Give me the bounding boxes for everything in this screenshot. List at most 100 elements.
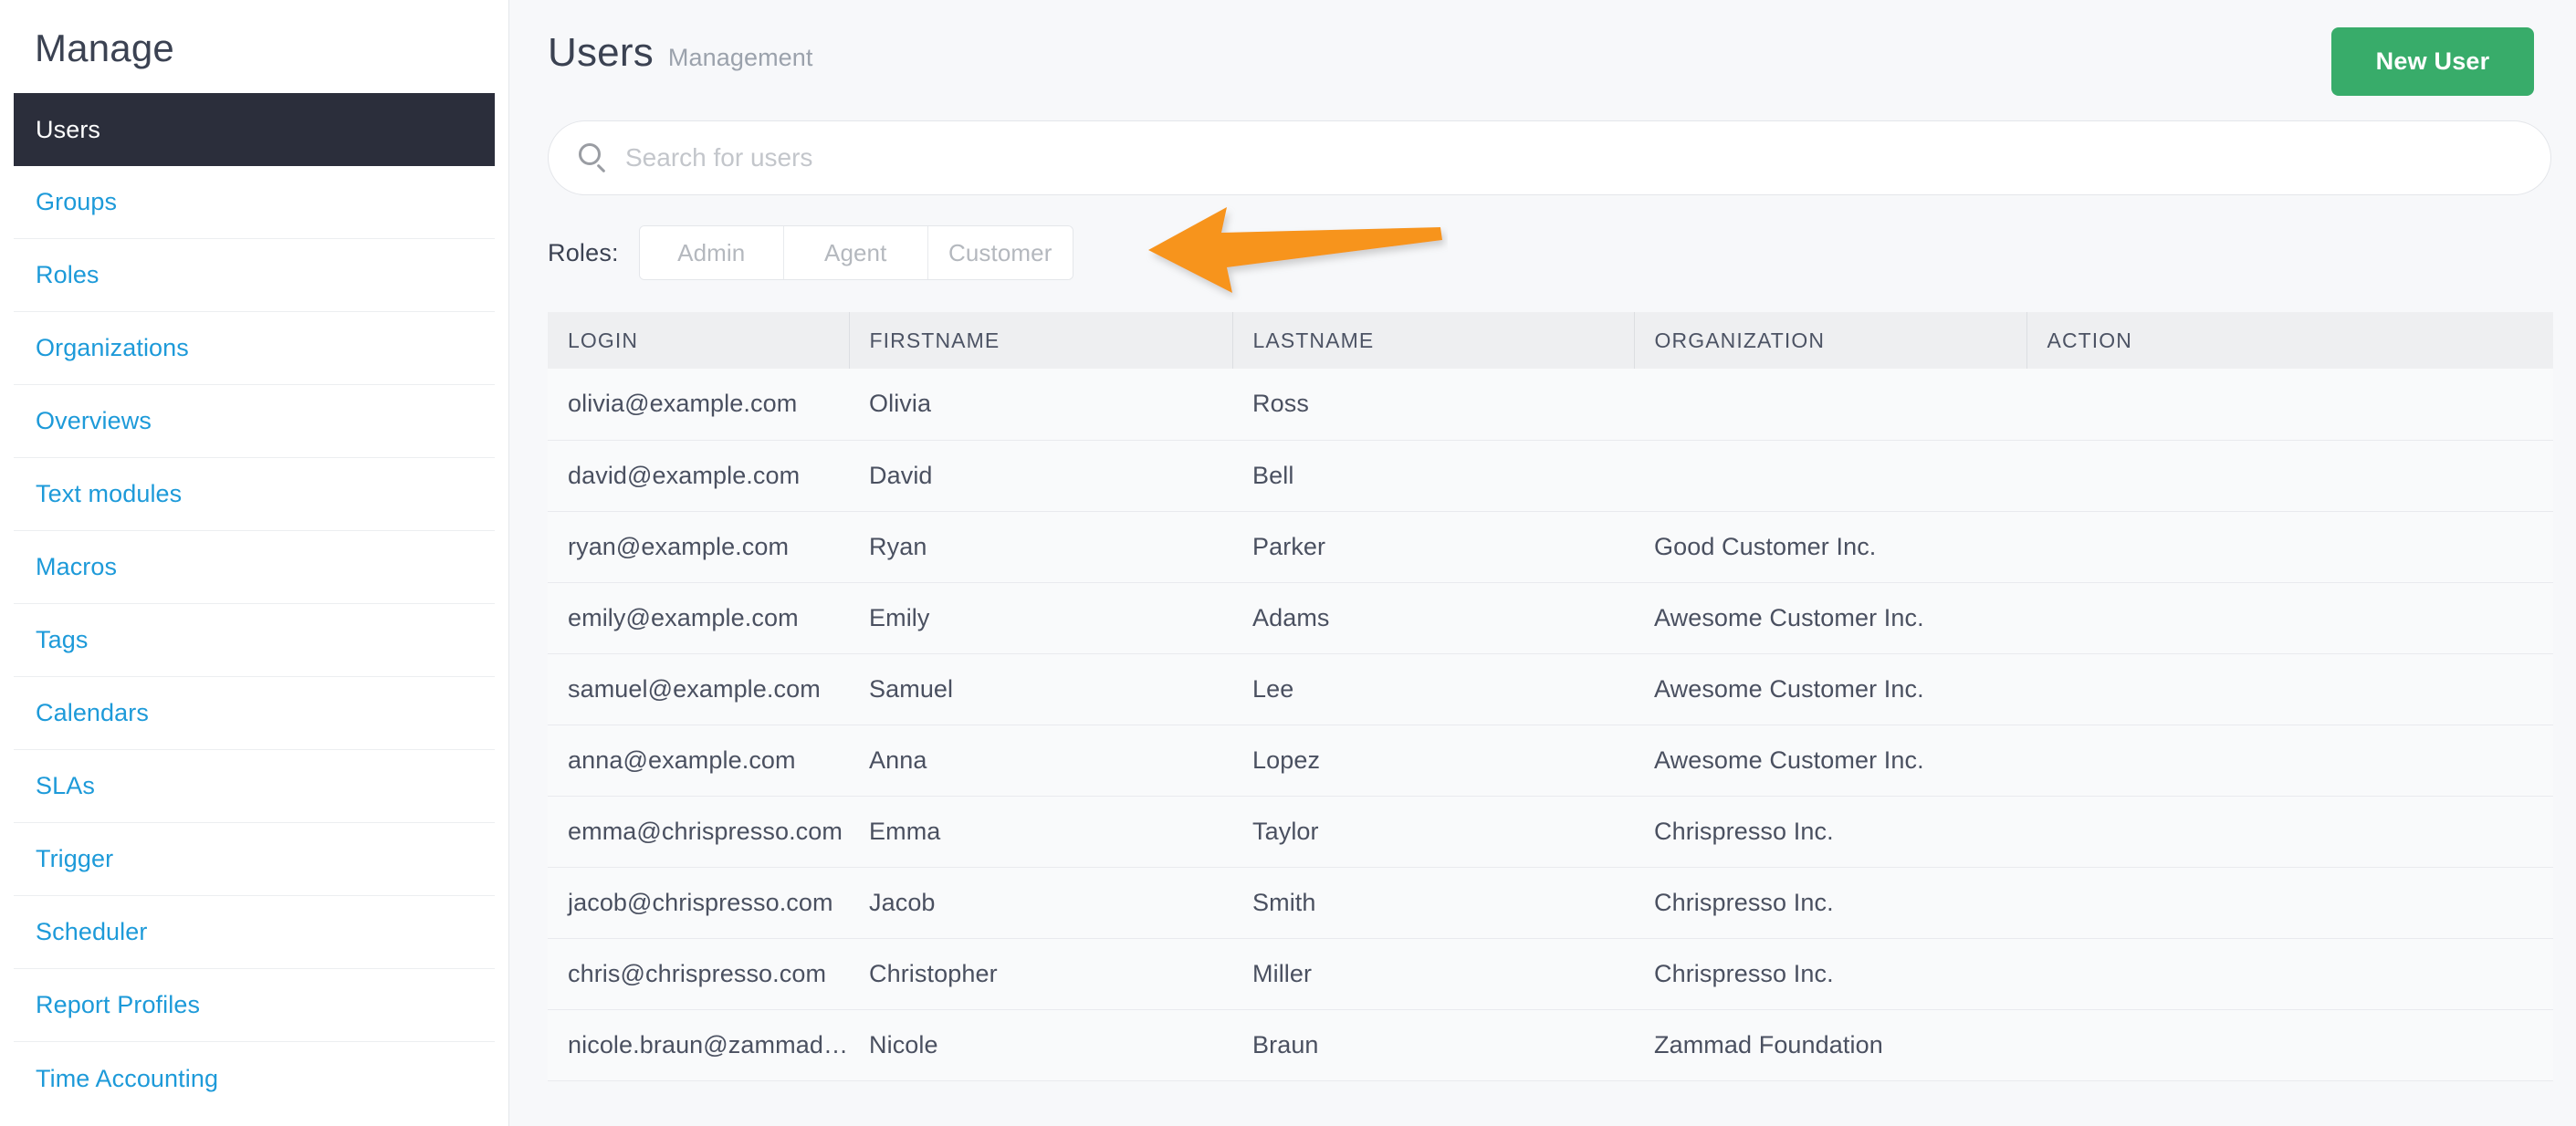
sidebar-item-label: Scheduler <box>36 918 148 945</box>
cell-action <box>2026 369 2553 441</box>
cell-action <box>2026 867 2553 939</box>
cell-organization: Zammad Foundation <box>1634 1009 2026 1081</box>
cell-lastname: Braun <box>1232 1009 1634 1081</box>
cell-action <box>2026 938 2553 1010</box>
cell-organization: Chrispresso Inc. <box>1634 867 2026 939</box>
table-row[interactable]: chris@chrispresso.com Christopher Miller Ch… <box>548 938 2553 1010</box>
page-header: Users Management New User <box>509 0 2576 108</box>
sidebar-item-text-modules[interactable]: Text modules <box>14 458 495 531</box>
cell-login: samuel@example.com <box>548 653 849 725</box>
search-input[interactable] <box>625 143 2401 172</box>
sidebar-item-label: Time Accounting <box>36 1064 219 1092</box>
role-filter-customer[interactable]: Customer <box>927 226 1073 279</box>
new-user-button[interactable]: New User <box>2331 27 2534 96</box>
users-table-head: LOGIN FIRSTNAME LASTNAME ORGANIZATION ACTION <box>548 312 2553 369</box>
cell-login: nicole.braun@zammad.org <box>548 1009 849 1081</box>
sidebar-item-trigger[interactable]: Trigger <box>14 823 495 896</box>
sidebar-item-report-profiles[interactable]: Report Profiles <box>14 969 495 1042</box>
table-row[interactable]: emily@example.com Emily Adams Awesome Custo… <box>548 582 2553 654</box>
cell-login: ryan@example.com <box>548 511 849 583</box>
sidebar-item-label: SLAs <box>36 772 95 799</box>
cell-firstname: Emma <box>849 796 1232 868</box>
sidebar-item-tags[interactable]: Tags <box>14 604 495 677</box>
sidebar-item-label: Organizations <box>36 334 189 361</box>
page-title-group: Users Management <box>548 27 813 73</box>
cell-lastname: Taylor <box>1232 796 1634 868</box>
users-table: LOGIN FIRSTNAME LASTNAME ORGANIZATION ACTION… <box>548 312 2553 1081</box>
main-content: Users Management New User Roles: AdminAg… <box>509 0 2576 1126</box>
sidebar-item-label: Roles <box>36 261 99 288</box>
cell-organization: Chrispresso Inc. <box>1634 938 2026 1010</box>
table-row[interactable]: anna@example.com Anna Lopez Awesome Custome… <box>548 725 2553 797</box>
column-header-organization[interactable]: ORGANIZATION <box>1634 312 2027 369</box>
cell-lastname: Parker <box>1232 511 1634 583</box>
sidebar-item-slas[interactable]: SLAs <box>14 750 495 823</box>
cell-login: emily@example.com <box>548 582 849 654</box>
page-title: Users <box>548 30 654 75</box>
column-header-firstname[interactable]: FIRSTNAME <box>849 312 1233 369</box>
cell-firstname: Christopher <box>849 938 1232 1010</box>
users-table-wrapper: LOGIN FIRSTNAME LASTNAME ORGANIZATION ACTION… <box>548 312 2553 1081</box>
search-box[interactable] <box>548 120 2551 195</box>
sidebar-item-macros[interactable]: Macros <box>14 531 495 604</box>
cell-firstname: Olivia <box>849 369 1232 441</box>
sidebar-item-calendars[interactable]: Calendars <box>14 677 495 750</box>
sidebar-item-label: Groups <box>36 188 118 215</box>
cell-firstname: Nicole <box>849 1009 1232 1081</box>
table-row[interactable]: olivia@example.com Olivia Ross <box>548 369 2553 441</box>
cell-action <box>2026 796 2553 868</box>
cell-firstname: David <box>849 440 1232 512</box>
cell-login: jacob@chrispresso.com <box>548 867 849 939</box>
cell-lastname: Miller <box>1232 938 1634 1010</box>
cell-lastname: Lopez <box>1232 725 1634 797</box>
search-area <box>548 120 2551 195</box>
table-row[interactable]: david@example.com David Bell <box>548 440 2553 512</box>
cell-lastname: Smith <box>1232 867 1634 939</box>
sidebar-item-roles[interactable]: Roles <box>14 239 495 312</box>
cell-action <box>2026 1009 2553 1081</box>
sidebar-item-time-accounting[interactable]: Time Accounting <box>14 1042 495 1115</box>
cell-organization: Awesome Customer Inc. <box>1634 582 2026 654</box>
sidebar-item-groups[interactable]: Groups <box>14 166 495 239</box>
sidebar-item-label: Tags <box>36 626 89 653</box>
cell-action <box>2026 511 2553 583</box>
sidebar-item-label: Text modules <box>36 480 183 507</box>
app-root: Manage Users Groups Roles Organizations Over… <box>0 0 2576 1126</box>
sidebar-item-overviews[interactable]: Overviews <box>14 385 495 458</box>
sidebar: Manage Users Groups Roles Organizations Over… <box>0 0 509 1126</box>
cell-login: anna@example.com <box>548 725 849 797</box>
sidebar-item-scheduler[interactable]: Scheduler <box>14 896 495 969</box>
cell-login: olivia@example.com <box>548 369 849 441</box>
cell-firstname: Samuel <box>849 653 1232 725</box>
cell-organization <box>1634 440 2026 512</box>
search-icon <box>578 142 609 173</box>
table-row[interactable]: nicole.braun@zammad.org Nicole Braun Zammad… <box>548 1009 2553 1081</box>
sidebar-title: Manage <box>35 26 174 69</box>
table-row[interactable]: emma@chrispresso.com Emma Taylor Chrispress… <box>548 796 2553 868</box>
cell-action <box>2026 582 2553 654</box>
sidebar-item-organizations[interactable]: Organizations <box>14 312 495 385</box>
cell-organization <box>1634 369 2026 441</box>
column-header-lastname[interactable]: LASTNAME <box>1232 312 1635 369</box>
table-row[interactable]: jacob@chrispresso.com Jacob Smith Chrispres… <box>548 867 2553 939</box>
cell-login: emma@chrispresso.com <box>548 796 849 868</box>
cell-organization: Awesome Customer Inc. <box>1634 725 2026 797</box>
cell-login: chris@chrispresso.com <box>548 938 849 1010</box>
column-header-login[interactable]: LOGIN <box>548 312 850 369</box>
cell-firstname: Ryan <box>849 511 1232 583</box>
cell-lastname: Ross <box>1232 369 1634 441</box>
roles-filter-row: Roles: Admin Agent Customer <box>548 207 2576 293</box>
annotation-arrow-icon <box>1137 200 1448 300</box>
table-row[interactable]: ryan@example.com Ryan Parker Good Customer … <box>548 511 2553 583</box>
sidebar-item-label: Report Profiles <box>36 991 201 1018</box>
users-table-body: olivia@example.com Olivia Ross david@exampl… <box>548 369 2553 1081</box>
table-row[interactable]: samuel@example.com Samuel Lee Awesome Custo… <box>548 653 2553 725</box>
role-filter-admin[interactable]: Admin <box>639 226 784 279</box>
sidebar-item-label: Users <box>36 115 101 143</box>
cell-organization: Good Customer Inc. <box>1634 511 2026 583</box>
cell-login: david@example.com <box>548 440 849 512</box>
cell-firstname: Anna <box>849 725 1232 797</box>
role-filter-agent[interactable]: Agent <box>783 226 928 279</box>
sidebar-item-users[interactable]: Users <box>14 93 495 166</box>
column-header-action[interactable]: ACTION <box>2026 312 2553 369</box>
